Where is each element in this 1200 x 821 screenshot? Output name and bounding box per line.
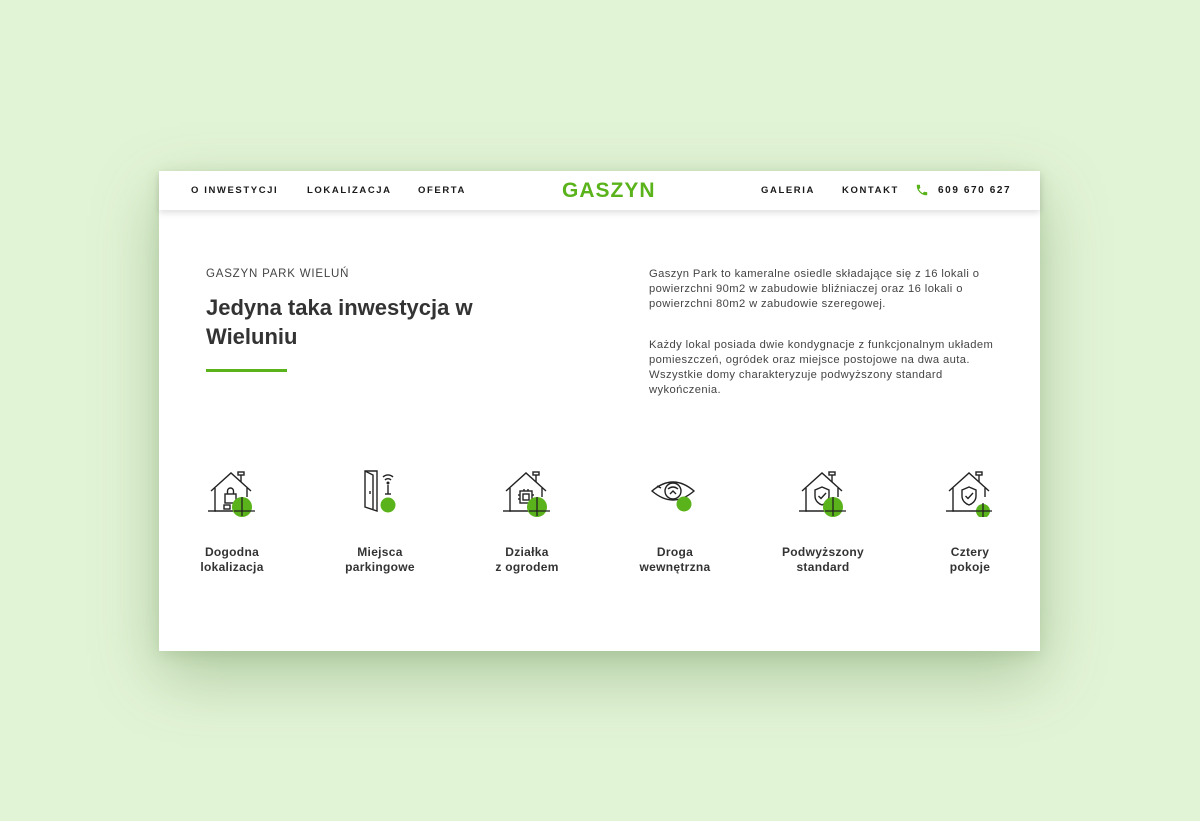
site-logo[interactable]: GASZYN xyxy=(562,171,656,210)
door-wifi-icon xyxy=(364,470,396,513)
page-title: Jedyna taka inwestycja w Wieluniu xyxy=(206,295,473,349)
feature-label: Miejsca parkingowe xyxy=(345,545,415,574)
nav-link-kontakt[interactable]: KONTAKT xyxy=(842,171,899,210)
top-navigation: O INWESTYCJI LOKALIZACJA OFERTA GASZYN G… xyxy=(159,171,1040,210)
feature-item: Działka z ogrodem xyxy=(462,467,592,575)
nav-link-o-inwestycji[interactable]: O INWESTYCJI xyxy=(191,171,278,210)
feature-item: Droga wewnętrzna xyxy=(610,467,740,575)
website-card: O INWESTYCJI LOKALIZACJA OFERTA GASZYN G… xyxy=(159,171,1040,651)
house-shield-icon xyxy=(799,471,846,517)
feature-item: Podwyższony standard xyxy=(758,467,888,575)
feature-label: Cztery pokoje xyxy=(949,545,991,574)
intro-paragraph: Gaszyn Park to kameralne osiedle składaj… xyxy=(649,268,980,310)
nav-link-oferta[interactable]: OFERTA xyxy=(418,171,466,210)
nav-link-lokalizacja[interactable]: LOKALIZACJA xyxy=(307,171,392,210)
feature-item: Miejsca parkingowe xyxy=(315,467,445,575)
section-eyebrow: GASZYN PARK WIELUŃ xyxy=(206,268,350,280)
feature-item: Dogodna lokalizacja xyxy=(167,467,297,575)
feature-item: Cztery pokoje xyxy=(905,467,1035,575)
smart-home-chip-icon xyxy=(503,471,550,517)
smart-home-lock-icon xyxy=(208,471,255,517)
details-paragraph: Każdy lokal posiada dwie kondygnacje z f… xyxy=(649,339,994,396)
feature-label: Podwyższony standard xyxy=(782,545,864,574)
feature-label: Dogodna lokalizacja xyxy=(200,545,264,574)
nav-link-galeria[interactable]: GALERIA xyxy=(761,171,815,210)
title-underline xyxy=(206,369,287,372)
feature-label: Droga wewnętrzna xyxy=(639,545,711,574)
phone-icon xyxy=(916,184,928,196)
phone-number-link[interactable]: 609 670 627 xyxy=(938,171,1011,210)
eye-icon xyxy=(650,481,696,512)
feature-label: Działka z ogrodem xyxy=(495,545,559,574)
house-shield-small-icon xyxy=(946,471,992,517)
